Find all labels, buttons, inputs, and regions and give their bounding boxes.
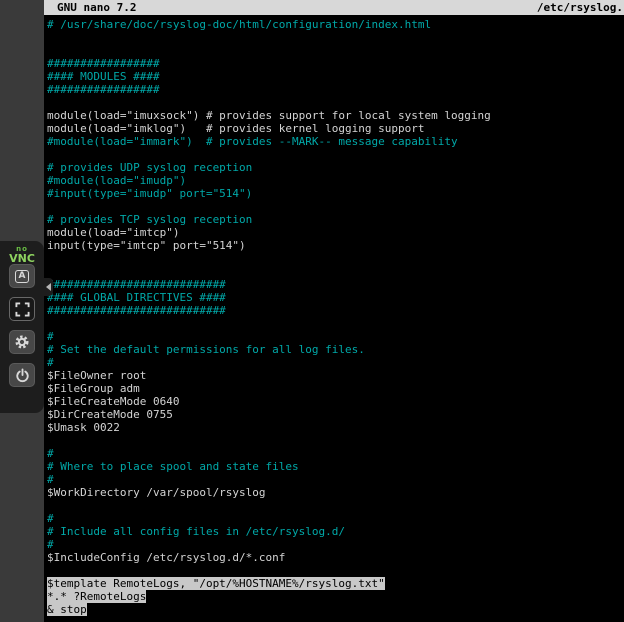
gear-icon xyxy=(14,334,30,350)
vnc-fullscreen-button[interactable] xyxy=(9,297,35,321)
editor-line: #module(load="immark") # provides --MARK… xyxy=(47,135,624,148)
editor-line: $FileGroup adm xyxy=(47,382,624,395)
control-bar-collapse-handle[interactable] xyxy=(44,278,53,296)
editor-line: input(type="imtcp" port="514") xyxy=(47,239,624,252)
editor-line xyxy=(47,44,624,57)
chevron-left-icon xyxy=(46,283,51,291)
editor-line: $WorkDirectory /var/spool/rsyslog xyxy=(47,486,624,499)
editor-line: ########################### xyxy=(47,278,624,291)
editor-line xyxy=(47,200,624,213)
terminal-window: GNU nano 7.2 /etc/rsyslog. # /usr/share/… xyxy=(44,0,624,622)
editor-line: # Include all config files in /etc/rsysl… xyxy=(47,525,624,538)
editor-line: # /usr/share/doc/rsyslog-doc/html/config… xyxy=(47,18,624,31)
editor-line: module(load="imklog") # provides kernel … xyxy=(47,122,624,135)
editor-line xyxy=(47,434,624,447)
editor-line xyxy=(47,564,624,577)
nano-titlebar: GNU nano 7.2 /etc/rsyslog. xyxy=(44,0,624,15)
editor-line: # Set the default permissions for all lo… xyxy=(47,343,624,356)
novnc-logo-vnc: VNC xyxy=(0,253,44,264)
editor-line xyxy=(47,317,624,330)
editor-line xyxy=(47,252,624,265)
editor-line: # provides UDP syslog reception xyxy=(47,161,624,174)
editor-line: $FileOwner root xyxy=(47,369,624,382)
editor-line: # xyxy=(47,330,624,343)
editor-line: #### GLOBAL DIRECTIVES #### xyxy=(47,291,624,304)
editor-line: *.* ?RemoteLogs xyxy=(47,590,624,603)
screen: GNU nano 7.2 /etc/rsyslog. # /usr/share/… xyxy=(0,0,624,622)
editor-line xyxy=(47,96,624,109)
vnc-keyboard-button[interactable]: A xyxy=(9,264,35,288)
editor-line: & stop xyxy=(47,603,624,616)
vnc-power-button[interactable] xyxy=(9,363,35,387)
editor-line: $DirCreateMode 0755 xyxy=(47,408,624,421)
editor-line xyxy=(47,265,624,278)
vnc-control-bar: no VNC A xyxy=(0,241,44,413)
vnc-settings-button[interactable] xyxy=(9,330,35,354)
editor-line xyxy=(47,499,624,512)
novnc-logo: no VNC xyxy=(0,241,44,264)
editor-line: ########################### xyxy=(47,304,624,317)
editor-line: $Umask 0022 xyxy=(47,421,624,434)
editor-line: # xyxy=(47,473,624,486)
editor-line: # xyxy=(47,512,624,525)
editor-line: #### MODULES #### xyxy=(47,70,624,83)
editor-line: # xyxy=(47,356,624,369)
editor-line: ################# xyxy=(47,83,624,96)
editor-line: # xyxy=(47,447,624,460)
editor-line: $IncludeConfig /etc/rsyslog.d/*.conf xyxy=(47,551,624,564)
editor-line: ################# xyxy=(47,57,624,70)
editor-line: #input(type="imudp" port="514") xyxy=(47,187,624,200)
editor-line: # xyxy=(47,538,624,551)
fullscreen-icon xyxy=(15,302,30,317)
editor-line: module(load="imtcp") xyxy=(47,226,624,239)
editor-line: $template RemoteLogs, "/opt/%HOSTNAME%/r… xyxy=(47,577,624,590)
power-icon xyxy=(15,368,30,383)
editor-line: # Where to place spool and state files xyxy=(47,460,624,473)
editor-line xyxy=(47,31,624,44)
editor-line xyxy=(47,148,624,161)
nano-app-title: GNU nano 7.2 xyxy=(57,0,136,15)
editor-line: module(load="imuxsock") # provides suppo… xyxy=(47,109,624,122)
nano-file-path: /etc/rsyslog. xyxy=(537,0,623,15)
keyboard-a-icon: A xyxy=(15,270,30,283)
editor-line: $FileCreateMode 0640 xyxy=(47,395,624,408)
editor-buffer[interactable]: # /usr/share/doc/rsyslog-doc/html/config… xyxy=(44,15,624,616)
editor-line: #module(load="imudp") xyxy=(47,174,624,187)
editor-line: # provides TCP syslog reception xyxy=(47,213,624,226)
